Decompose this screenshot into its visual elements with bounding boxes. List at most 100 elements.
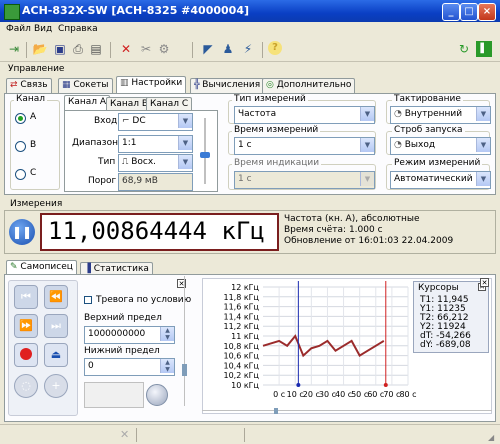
cursors-panel: Курсоры ✕ T1: 11,945 Y1: 11235 T2: 66,21… — [413, 281, 489, 353]
chart-vertical-scrollbar[interactable] — [182, 276, 192, 406]
measure-type-label: Тип измерений — [232, 94, 308, 104]
color-preview — [84, 382, 144, 408]
tab-recorder[interactable]: ✎ Самописец — [6, 260, 77, 275]
tool-dropdown-icon[interactable]: ⚙ — [156, 41, 172, 57]
open-folder-icon[interactable]: 📂 — [32, 41, 48, 57]
mode-label: Режим измерений — [392, 158, 483, 168]
control-section-title: Управление — [8, 64, 65, 74]
x-tick-label: 50 с — [351, 390, 368, 399]
chart-vscroll-thumb[interactable] — [182, 364, 187, 376]
type-select[interactable]: ⎍ Восх. ▼ — [118, 154, 193, 172]
title-bar: АСН-832X-SW [АСН-8325 #4000004] _ □ × — [0, 0, 500, 22]
y-tick-label: 10,8 кГц — [223, 342, 259, 351]
channel-a-label: A — [30, 112, 37, 122]
chart-hscroll-thumb[interactable] — [274, 408, 278, 414]
save-icon[interactable]: ▣ — [52, 41, 68, 57]
x-tick-label: 0 с — [273, 390, 285, 399]
measure-time-select[interactable]: 1 с ▼ — [234, 137, 375, 155]
eject-button[interactable]: ⏏ — [44, 343, 68, 367]
connect-icon[interactable]: ▌ — [476, 41, 492, 57]
last-button[interactable]: ⏭ — [44, 314, 68, 338]
clocking-select[interactable]: ◔ Внутренний ▼ — [390, 106, 491, 124]
tab-connection[interactable]: ⇄ Связь — [6, 78, 52, 93]
wand-tool-icon[interactable]: ⚡ — [240, 41, 256, 57]
x-tick-label: 80 с — [399, 390, 416, 399]
forward-button[interactable]: ⏩ — [14, 314, 38, 338]
indication-time-label: Время индикации — [232, 158, 322, 168]
x-tick-label: 70 с — [383, 390, 400, 399]
channel-a-radio[interactable] — [15, 113, 26, 124]
measure-time-label: Время измерений — [232, 125, 321, 135]
x-tick-label: 10 с — [287, 390, 304, 399]
menu-file[interactable]: Файл — [6, 24, 31, 34]
measure-type-select[interactable]: Частота ▼ — [234, 106, 375, 124]
alarm-sound-button[interactable] — [146, 384, 168, 406]
refresh-icon[interactable]: ↻ — [456, 41, 472, 57]
chart-tool-icon[interactable]: ◤ — [200, 41, 216, 57]
cursors-title: Курсоры — [418, 283, 459, 293]
cursor-1-handle[interactable] — [296, 383, 301, 387]
tab-additional[interactable]: ◎ Дополнительно — [262, 78, 356, 93]
y-tick-label: 10,2 кГц — [223, 371, 259, 380]
menu-help[interactable]: Справка — [58, 24, 98, 34]
y-tick-label: 11,6 кГц — [223, 303, 259, 312]
menu-view[interactable]: Вид — [34, 24, 52, 34]
strobe-select[interactable]: ◔ Выход ▼ — [390, 137, 491, 155]
cursor-2-handle[interactable] — [383, 383, 388, 387]
minimize-button[interactable]: _ — [442, 3, 460, 21]
frequency-display: 11,00864444 кГц — [40, 213, 279, 251]
y-tick-label: 11,4 кГц — [223, 312, 259, 321]
tab-calculations[interactable]: ╬ Вычисления — [190, 78, 265, 93]
alarm-label: Тревога по условию — [96, 295, 192, 305]
input-select[interactable]: ⌐ DC ▼ — [118, 113, 193, 131]
indication-time-select: 1 с ▼ — [234, 171, 375, 189]
erase-button[interactable]: ◌ — [14, 374, 38, 398]
menu-bar: Файл Вид Справка — [0, 22, 500, 38]
y-tick-label: 12 кГц — [231, 283, 259, 292]
upper-limit-input[interactable]: 1000000000 ▲ ▼ — [84, 326, 175, 344]
cursor-value-dy: dY: -689,08 — [420, 340, 471, 350]
lower-limit-input[interactable]: 0 ▲ ▼ — [84, 358, 175, 376]
help-icon[interactable]: ? — [268, 41, 282, 55]
chart-close-icon[interactable]: ✕ — [480, 278, 489, 287]
app-icon — [4, 4, 20, 20]
tab-settings[interactable]: ▥ Настройки — [116, 76, 187, 93]
pause-button[interactable]: ❚❚ — [9, 219, 35, 245]
chart-horizontal-scrollbar[interactable] — [202, 407, 492, 415]
x-tick-label: 20 с — [303, 390, 320, 399]
x-tick-label: 60 с — [367, 390, 384, 399]
cut-icon[interactable]: ✂ — [138, 41, 154, 57]
channel-b-radio[interactable] — [15, 141, 26, 152]
x-tick-label: 30 с — [319, 390, 336, 399]
rewind-button[interactable]: ⏪ — [44, 285, 68, 309]
preview-icon[interactable]: ▤ — [88, 41, 104, 57]
display-info-1: Частота (кн. A), абсолютные — [284, 214, 420, 224]
window-title: АСН-832X-SW [АСН-8325 #4000004] — [22, 4, 250, 17]
alarm-checkbox[interactable] — [84, 296, 92, 304]
type-label: Тип — [98, 157, 116, 167]
exit-icon[interactable]: ⇥ — [6, 41, 22, 57]
mode-select[interactable]: Автоматический ▼ — [390, 171, 491, 189]
range-select[interactable]: 1:1 ▼ — [118, 135, 193, 153]
print-icon[interactable]: ⎙ — [70, 41, 86, 57]
channel-c-radio[interactable] — [15, 169, 26, 180]
y-tick-label: 10,6 кГц — [223, 352, 259, 361]
status-disconnect-icon: ✕ — [120, 428, 130, 441]
main-tabs: ⇄ Связь ▦ Сокеты ▥ Настройки ╬ Вычислени… — [4, 76, 496, 94]
y-tick-label: 10 кГц — [231, 381, 259, 390]
chart-container: 12 кГц 11,8 кГц 11,6 кГц 11,4 кГц 11,2 кГц 11… — [202, 278, 492, 414]
add-marker-button[interactable]: + — [44, 374, 68, 398]
close-button[interactable]: × — [478, 3, 496, 21]
input-label: Вход — [94, 116, 118, 126]
resize-grip-icon[interactable]: ◢ — [488, 433, 494, 442]
clocking-label: Тактирование — [392, 94, 463, 104]
record-button[interactable] — [14, 343, 38, 367]
delete-icon[interactable]: ✕ — [118, 41, 134, 57]
tab-sockets[interactable]: ▦ Сокеты — [58, 78, 113, 93]
first-button[interactable]: ⏮ — [14, 285, 38, 309]
slider-thumb[interactable] — [200, 152, 210, 158]
x-tick-label: 40 с — [335, 390, 352, 399]
person-tool-icon[interactable]: ♟ — [220, 41, 236, 57]
maximize-button[interactable]: □ — [460, 3, 478, 21]
threshold-slider[interactable] — [200, 118, 210, 184]
